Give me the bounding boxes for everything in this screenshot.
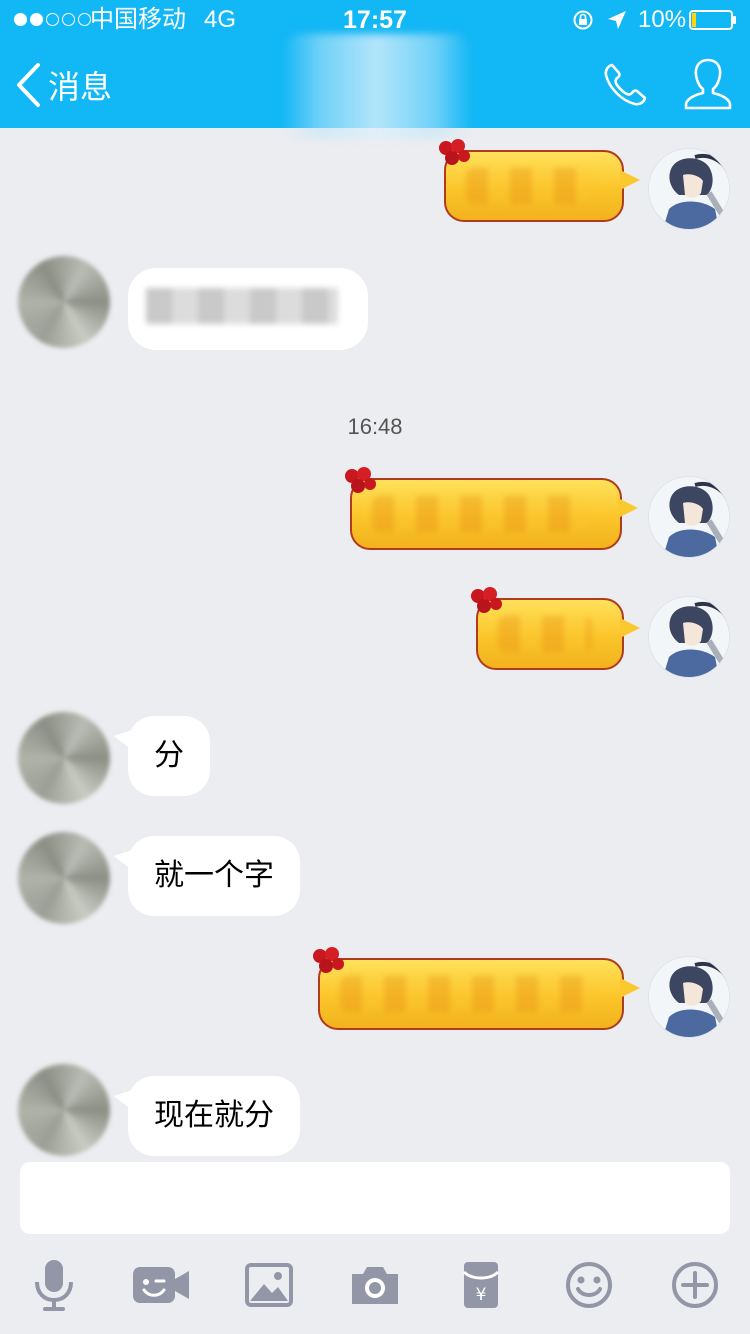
video-emoji-button[interactable]: [131, 1256, 191, 1314]
chevron-left-icon: [17, 63, 40, 107]
message-text-redacted: [146, 288, 338, 324]
anime-character-icon: [649, 149, 729, 229]
rotation-lock-icon: [573, 10, 593, 30]
svg-text:¥: ¥: [476, 1285, 487, 1305]
plus-icon: [672, 1262, 718, 1308]
microphone-icon: [35, 1260, 73, 1311]
emoji-icon: [566, 1262, 612, 1308]
message-text-redacted: [372, 496, 590, 532]
contact-avatar[interactable]: [18, 256, 110, 348]
message-bubble-received[interactable]: 就一个字: [114, 836, 300, 916]
message-bubble-received[interactable]: [128, 268, 368, 350]
berries-decoration-icon: [313, 947, 344, 973]
message-text-redacted: [498, 616, 592, 652]
gallery-button[interactable]: [240, 1256, 298, 1314]
back-label: 消息: [48, 69, 113, 105]
my-avatar[interactable]: [648, 596, 730, 678]
my-avatar[interactable]: [648, 148, 730, 230]
location-arrow-icon: [608, 11, 626, 29]
image-icon: [245, 1263, 293, 1307]
voice-button[interactable]: [25, 1256, 83, 1314]
back-button[interactable]: 消息: [14, 60, 112, 110]
anime-character-icon: [649, 957, 729, 1037]
camera-button[interactable]: [346, 1256, 404, 1314]
anime-character-icon: [649, 597, 729, 677]
battery-icon: [689, 10, 736, 30]
message-bubble-sent[interactable]: [313, 947, 640, 1030]
message-input[interactable]: [20, 1162, 730, 1234]
my-avatar[interactable]: [648, 956, 730, 1038]
message-text-redacted: [340, 976, 592, 1012]
red-packet-button[interactable]: ¥: [452, 1256, 510, 1314]
red-packet-icon: ¥: [462, 1262, 500, 1308]
message-bubble-received[interactable]: 现在就分: [114, 1076, 300, 1156]
contact-name-redacted: [282, 34, 472, 139]
contact-avatar[interactable]: [18, 832, 110, 924]
contact-avatar[interactable]: [18, 712, 110, 804]
chat-timestamp: 16:48: [347, 414, 403, 439]
contact-avatar[interactable]: [18, 1064, 110, 1156]
video-emoji-icon: [133, 1267, 189, 1303]
input-toolbar: ¥: [0, 1246, 750, 1322]
message-bubble-sent[interactable]: [439, 139, 640, 222]
anime-character-icon: [649, 477, 729, 557]
phone-icon[interactable]: [600, 60, 650, 110]
message-bubble-sent[interactable]: [345, 467, 638, 550]
message-bubble-received[interactable]: 分: [114, 716, 210, 796]
header: 中国移动 4G 17:57 10% 消息: [0, 0, 750, 139]
my-avatar[interactable]: [648, 476, 730, 558]
berries-decoration-icon: [471, 587, 502, 613]
profile-icon[interactable]: [682, 56, 734, 112]
berries-decoration-icon: [345, 467, 376, 493]
message-bubble-sent[interactable]: [471, 587, 640, 670]
camera-icon: [352, 1267, 398, 1304]
more-button[interactable]: [666, 1256, 724, 1314]
emoji-button[interactable]: [560, 1256, 618, 1314]
nav-bar: 消息: [0, 34, 750, 139]
berries-decoration-icon: [439, 139, 470, 165]
chat-area[interactable]: 16:48 分 就一个字 现在就分: [0, 128, 750, 1160]
message-text-redacted: [466, 168, 592, 204]
battery-percent: 10%: [638, 6, 687, 33]
